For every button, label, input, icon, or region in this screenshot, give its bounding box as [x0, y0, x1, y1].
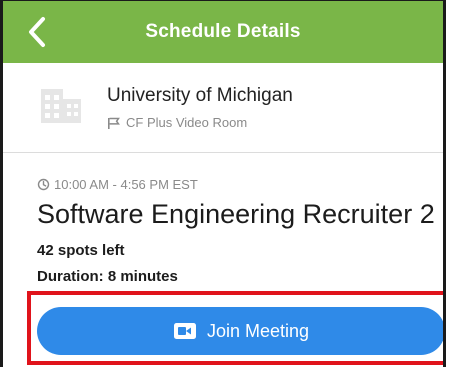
time-range: 10:00 AM - 4:56 PM EST [54, 177, 198, 192]
highlight-box [27, 291, 443, 365]
room-row: CF Plus Video Room [107, 115, 247, 130]
job-title: Software Engineering Recruiter 2 [37, 199, 435, 229]
room-label: CF Plus Video Room [126, 115, 248, 130]
schedule-details: 10:00 AM - 4:56 PM EST Software Engineer… [3, 153, 443, 293]
time-row: 10:00 AM - 4:56 PM EST [37, 177, 198, 192]
spots-left: 42 spots left [37, 242, 125, 259]
flag-icon [108, 117, 120, 129]
company-row: University of Michigan CF Plus Video Roo… [3, 63, 443, 153]
clock-icon [37, 178, 50, 191]
header-bar: Schedule Details [3, 1, 443, 63]
company-name: University of Michigan [107, 85, 293, 106]
building-icon [41, 89, 81, 123]
app-screen: Schedule Details University of Michigan … [0, 0, 446, 367]
duration: Duration: 8 minutes [37, 268, 178, 285]
page-title: Schedule Details [145, 21, 301, 42]
